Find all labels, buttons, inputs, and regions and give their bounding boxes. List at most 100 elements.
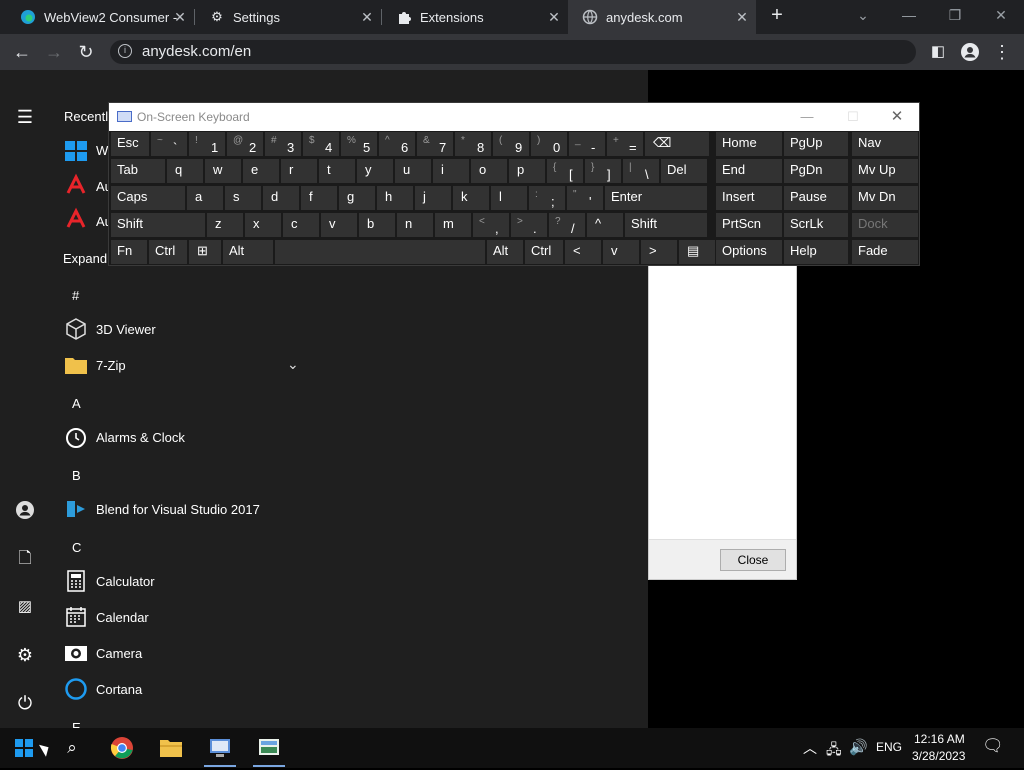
tab-close-icon[interactable]: ✕ [734,9,750,25]
osk-key[interactable]: & 7 [416,131,454,157]
osk-nav-key[interactable]: Insert [715,185,783,211]
window-close-icon[interactable]: ✕ [986,4,1016,26]
recent-item[interactable]: W [96,143,108,158]
user-account-icon[interactable] [14,500,36,522]
osk-app-icon[interactable] [255,734,283,762]
osk-key[interactable]: Ctrl [148,239,188,265]
osk-key[interactable]: Ctrl [524,239,564,265]
chevron-down-icon[interactable]: ⌄ [287,356,299,373]
hamburger-menu-icon[interactable]: ☰ [14,106,36,128]
osk-key[interactable]: x [244,212,282,238]
windows-start-icon[interactable] [10,734,38,762]
osk-key[interactable]: Fn [110,239,148,265]
osk-key[interactable]: i [432,158,470,184]
osk-key[interactable]: e [242,158,280,184]
osk-key[interactable]: d [262,185,300,211]
osk-key[interactable]: $4 [302,131,340,157]
osk-key[interactable]: v [602,239,640,265]
osk-key[interactable]: <, [472,212,510,238]
network-icon[interactable]: 🖧 [826,739,842,763]
osk-key[interactable]: ~ ` [150,131,188,157]
more-menu-icon[interactable]: ⋮ [990,40,1014,64]
osk-key[interactable]: Shift [110,212,206,238]
osk-key[interactable]: q [166,158,204,184]
osk-key[interactable]: Alt [222,239,274,265]
pictures-icon[interactable]: ▨ [14,596,36,618]
osk-key[interactable]: Tab [110,158,166,184]
osk-key[interactable]: | \ [622,158,660,184]
tab-close-icon[interactable]: ✕ [546,9,562,25]
osk-key[interactable]: % 5 [340,131,378,157]
osk-key[interactable]: f [300,185,338,211]
osk-key[interactable]: a [186,185,224,211]
osk-nav-key[interactable]: Help [783,239,849,265]
app-cortana[interactable]: Cortana [96,682,142,697]
osk-key[interactable]: Del [660,158,708,184]
power-icon[interactable]: ⏻ [14,692,36,714]
osk-key[interactable]: ^ 6 [378,131,416,157]
osk-nav-key[interactable]: Mv Up [851,158,919,184]
osk-key[interactable]: ⌫ [644,131,710,157]
osk-nav-key[interactable]: Pause [783,185,849,211]
osk-key[interactable]: ) 0 [530,131,568,157]
osk-key[interactable]: >. [510,212,548,238]
app-blend[interactable]: Blend for Visual Studio 2017 [96,502,260,517]
osk-nav-key[interactable]: Dock [851,212,919,238]
osk-nav-key[interactable]: Mv Dn [851,185,919,211]
osk-key[interactable]: b [358,212,396,238]
documents-icon[interactable]: 🗋 [14,548,36,570]
file-explorer-icon[interactable] [157,734,185,762]
osk-key[interactable]: t [318,158,356,184]
osk-nav-key[interactable]: Nav [851,131,919,157]
osk-key[interactable]: s [224,185,262,211]
profile-icon[interactable] [958,40,982,64]
osk-key[interactable]: Caps [110,185,186,211]
remote-desktop-icon[interactable] [206,734,234,762]
osk-key[interactable]: Shift [624,212,708,238]
notification-icon[interactable]: 🗨 [982,736,1004,756]
osk-key[interactable]: @2 [226,131,264,157]
expand-link[interactable]: Expand [63,251,107,266]
minimize-icon[interactable]: — [793,107,821,127]
osk-nav-key[interactable]: Fade [851,239,919,265]
osk-key[interactable]: }] [584,158,622,184]
app-camera[interactable]: Camera [96,646,142,661]
osk-key[interactable]: g [338,185,376,211]
osk-key[interactable]: ! 1 [188,131,226,157]
osk-nav-key[interactable]: Options [715,239,783,265]
osk-key[interactable]: y [356,158,394,184]
osk-nav-key[interactable]: PgDn [783,158,849,184]
osk-key[interactable]: Alt [486,239,524,265]
section-letter[interactable]: A [72,396,81,411]
osk-key[interactable]: o [470,158,508,184]
osk-key[interactable]: _ - [568,131,606,157]
settings-gear-icon[interactable]: ⚙ [14,644,36,666]
back-arrow-icon[interactable]: ← [10,40,34,64]
osk-key[interactable]: m [434,212,472,238]
osk-key[interactable]: c [282,212,320,238]
side-panel-icon[interactable]: ◧ [926,40,950,64]
osk-nav-key[interactable]: PgUp [783,131,849,157]
osk-nav-key[interactable]: ScrLk [783,212,849,238]
osk-key[interactable]: h [376,185,414,211]
osk-key[interactable]: ^ [586,212,624,238]
osk-key[interactable]: #3 [264,131,302,157]
osk-key[interactable]: + = [606,131,644,157]
osk-key[interactable]: k [452,185,490,211]
info-icon[interactable]: i [118,44,132,58]
clock-date[interactable]: 3/28/2023 [912,749,965,763]
osk-key[interactable]: p [508,158,546,184]
osk-key[interactable]: w [204,158,242,184]
osk-key[interactable]: Enter [604,185,708,211]
language-indicator[interactable]: ENG [876,740,902,754]
app-3d-viewer[interactable]: 3D Viewer [96,322,156,337]
app-calendar[interactable]: Calendar [96,610,149,625]
tab-search-chevron-icon[interactable]: ⌄ [848,4,878,26]
new-tab-icon[interactable]: + [762,4,792,26]
osk-titlebar[interactable]: On-Screen Keyboard — ☐ ✕ [109,103,919,131]
app-alarms-clock[interactable]: Alarms & Clock [96,430,185,445]
tab-webview2[interactable]: WebView2 Consumer - ✕ [0,0,194,34]
osk-key[interactable]: * 8 [454,131,492,157]
osk-key[interactable] [274,239,486,265]
minimize-icon[interactable]: — [894,4,924,26]
